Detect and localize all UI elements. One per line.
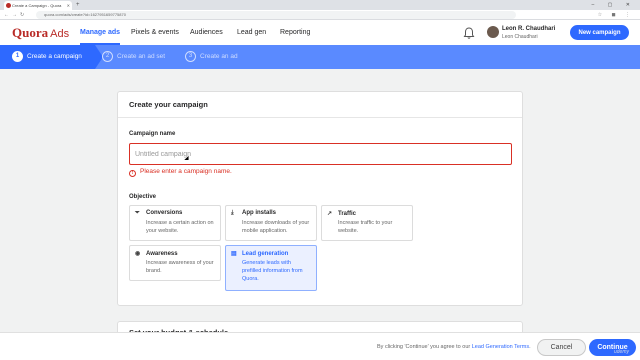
extension-icons[interactable]: ☆ ◼ ⋮ bbox=[598, 10, 634, 20]
objective-lead-generation[interactable]: ▤ Lead generation Generate leads with pre… bbox=[225, 245, 317, 291]
nav-audiences[interactable]: Audiences bbox=[190, 20, 223, 45]
create-campaign-card: Create your campaign Campaign name ! Plea… bbox=[117, 91, 523, 306]
trend-icon: ↗ bbox=[327, 211, 333, 217]
objective-description: Generate leads with prefilled informatio… bbox=[242, 260, 303, 282]
eye-icon: ◉ bbox=[135, 251, 141, 257]
quora-ads-logo[interactable]: Quora Ads bbox=[12, 25, 69, 41]
consent-text: By clicking 'Continue' you agree to our … bbox=[377, 344, 531, 350]
campaign-steps-bar: 1 Create a campaign 2 Create an ad set 3 Cr… bbox=[0, 45, 640, 69]
nav-pixels-events[interactable]: Pixels & events bbox=[131, 20, 179, 45]
error-text: Please enter a campaign name. bbox=[140, 168, 232, 175]
objective-conversions[interactable]: ⏷ Conversions Increase a certain action o… bbox=[129, 205, 221, 241]
objective-description: Increase traffic to your website. bbox=[338, 220, 393, 234]
cancel-button[interactable]: Cancel bbox=[537, 339, 586, 356]
step-create-ad[interactable]: 3 Create an ad bbox=[185, 51, 238, 63]
browser-tab-title: Create a Campaign - Quora bbox=[12, 3, 62, 8]
browser-tab[interactable]: Create a Campaign - Quora ✕ bbox=[4, 1, 72, 10]
nav-manage-ads[interactable]: Manage ads bbox=[80, 20, 121, 45]
logo-wordmark: Quora bbox=[12, 25, 49, 40]
new-campaign-button[interactable]: New campaign bbox=[570, 25, 629, 40]
avatar[interactable] bbox=[487, 26, 499, 38]
campaign-name-label: Campaign name bbox=[129, 131, 176, 137]
campaign-name-error: ! Please enter a campaign name. bbox=[129, 168, 232, 177]
udemy-watermark: udemy bbox=[614, 349, 630, 355]
funnel-icon: ⏷ bbox=[135, 210, 140, 216]
user-name[interactable]: Leon R. Chaudhari bbox=[502, 26, 555, 32]
objective-description: Increase a certain action on your websit… bbox=[146, 220, 214, 234]
consent-suffix: . bbox=[529, 344, 531, 350]
error-icon: ! bbox=[129, 170, 136, 177]
account-name: Leon Chaudhari bbox=[502, 34, 538, 40]
step-number: 3 bbox=[185, 51, 196, 62]
step-label: Create a campaign bbox=[27, 53, 82, 61]
clipboard-icon: ▤ bbox=[231, 251, 237, 257]
step-label: Create an ad set bbox=[117, 53, 166, 61]
objective-description: Increase downloads of your mobile applic… bbox=[242, 220, 310, 234]
nav-reporting[interactable]: Reporting bbox=[280, 20, 310, 45]
objective-label: Objective bbox=[129, 194, 157, 200]
step-number: 1 bbox=[12, 51, 23, 62]
tab-close-icon[interactable]: ✕ bbox=[67, 1, 70, 10]
step-number: 2 bbox=[102, 51, 113, 62]
objective-title: Traffic bbox=[338, 211, 357, 217]
step-create-campaign[interactable]: 1 Create a campaign bbox=[12, 51, 82, 63]
new-tab-icon[interactable]: + bbox=[76, 0, 80, 10]
objective-description: Increase awareness of your brand. bbox=[146, 260, 214, 274]
objective-traffic[interactable]: ↗ Traffic Increase traffic to your websit… bbox=[321, 205, 413, 241]
objective-title: Conversions bbox=[146, 210, 183, 216]
url-field[interactable]: quora.com/ads/create?id=1627951659775870 bbox=[36, 11, 516, 19]
objective-awareness[interactable]: ◉ Awareness Increase awareness of your br… bbox=[129, 245, 221, 281]
notification-bell-icon[interactable] bbox=[462, 26, 476, 40]
objective-title: App installs bbox=[242, 210, 277, 216]
card-title: Create your campaign bbox=[129, 100, 208, 109]
window-controls[interactable]: – ▢ ✕ bbox=[592, 0, 636, 10]
browser-address-bar: ←→↻ quora.com/ads/create?id=162795165977… bbox=[0, 10, 640, 20]
action-footer: By clicking 'Continue' you agree to our … bbox=[0, 332, 640, 360]
lead-gen-terms-link[interactable]: Lead Generation Terms bbox=[472, 344, 529, 350]
download-icon: ⤓ bbox=[231, 210, 234, 216]
divider bbox=[118, 117, 522, 118]
objective-title: Lead generation bbox=[242, 251, 289, 257]
browser-nav-icons[interactable]: ←→↻ bbox=[4, 10, 27, 20]
browser-tab-bar: Create a Campaign - Quora ✕ + – ▢ ✕ bbox=[0, 0, 640, 10]
app-header: Quora Ads Manage ads Pixels & events Audi… bbox=[0, 20, 640, 45]
consent-prefix: By clicking 'Continue' you agree to our bbox=[377, 344, 471, 350]
nav-lead-gen[interactable]: Lead gen bbox=[237, 20, 266, 45]
step-create-ad-set[interactable]: 2 Create an ad set bbox=[102, 51, 165, 63]
objective-app-installs[interactable]: ⤓ App installs Increase downloads of your… bbox=[225, 205, 317, 241]
step-label: Create an ad bbox=[200, 53, 238, 61]
objective-title: Awareness bbox=[146, 251, 178, 257]
quora-favicon-icon bbox=[6, 3, 11, 8]
logo-product: Ads bbox=[50, 28, 70, 40]
